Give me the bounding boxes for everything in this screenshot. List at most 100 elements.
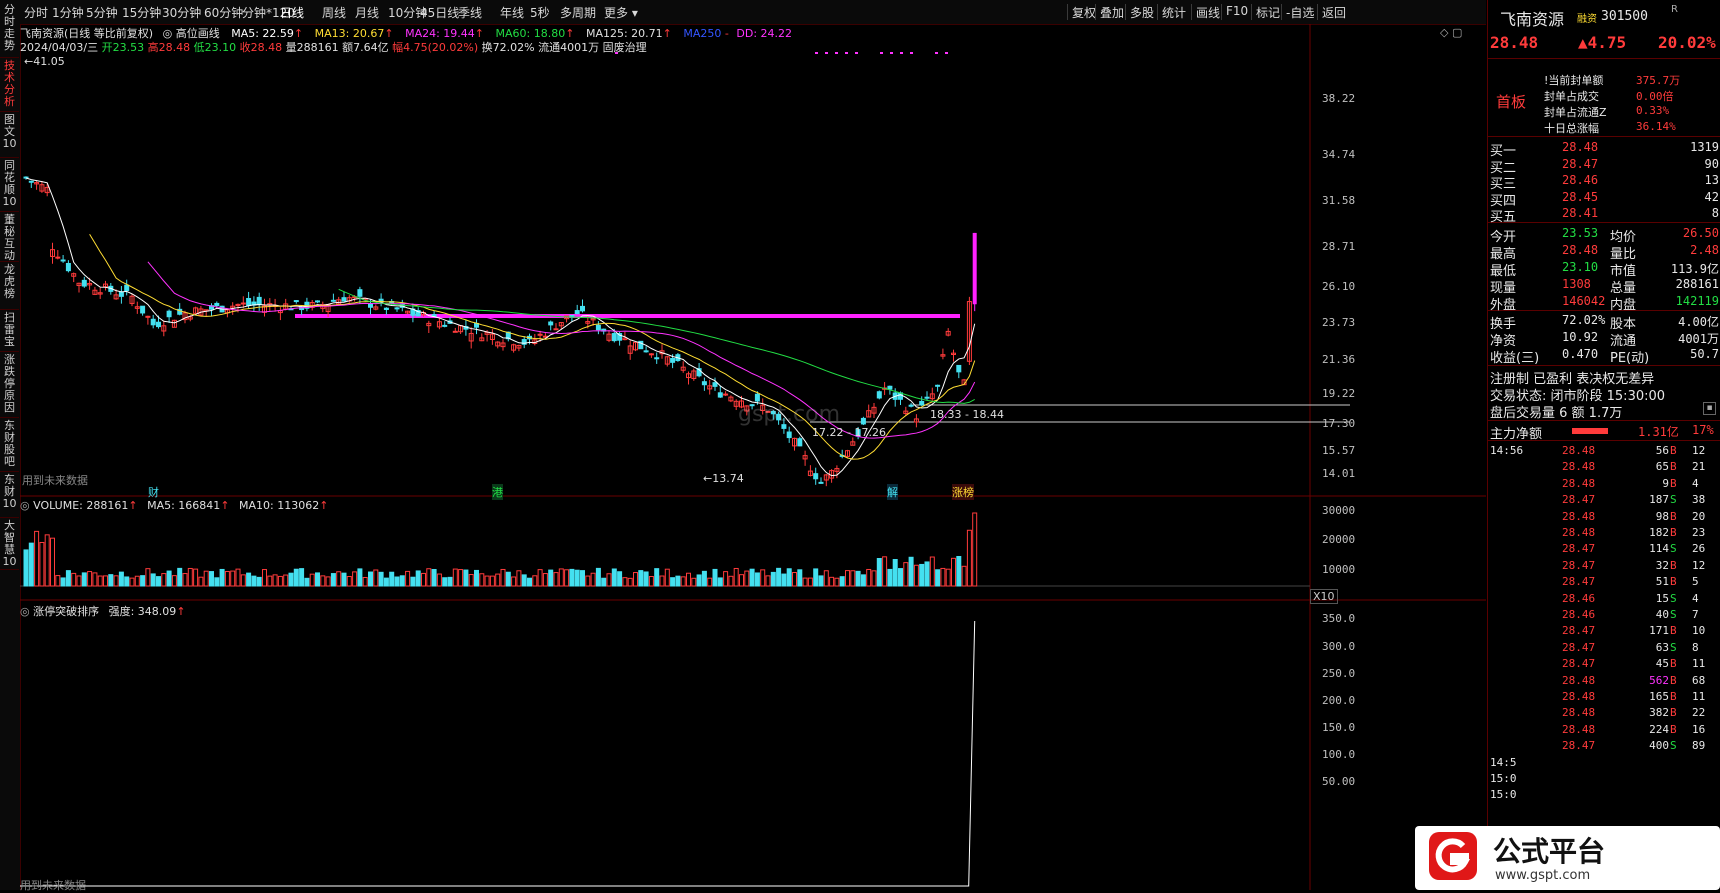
period-tab-1[interactable]: 1分钟 [52,4,84,21]
volume-bar [76,575,82,587]
volume-bar [807,577,813,587]
volume-bar [458,569,464,587]
left-tab-3[interactable]: 同花顺10 [0,158,19,212]
tick-side: B [1670,476,1677,490]
left-tab-5[interactable]: 龙虎榜 [0,262,19,310]
indicator-strength: 强度: 348.09 [108,605,177,618]
volume-bar [39,541,45,587]
volume-bar [548,569,554,587]
period-tab-9[interactable]: 月线 [355,4,379,21]
signal-dot [825,52,828,54]
left-tab-10[interactable]: 大智慧10 [0,518,19,570]
left-tab-0[interactable]: 分时走势 [0,2,19,58]
bid-price[interactable]: 28.45 [1562,190,1598,204]
volume-bar [315,572,320,587]
left-tab-4[interactable]: 董秘互动 [0,212,19,262]
tick-count: 4 [1692,591,1699,605]
period-tab-15[interactable]: 多周期 [560,4,596,21]
left-tab-6[interactable]: 扫雷宝 [0,310,19,352]
left-tab-7[interactable]: 涨跌停原因 [0,352,19,418]
expand-icon[interactable]: ▪ [1703,402,1716,415]
volume-bar [929,556,935,587]
toolbar-button-1[interactable]: 叠加 [1100,4,1124,21]
tick-volume: 224 [1649,722,1669,736]
bid-volume: 1319 [1690,140,1719,154]
bid-price[interactable]: 28.41 [1562,206,1598,220]
toolbar-button-0[interactable]: 复权 [1072,4,1096,21]
volume-bar [251,575,257,587]
volume-bar [203,570,209,587]
volume-bar [818,575,824,587]
indicator-menu-icon[interactable]: ◎ [20,605,30,618]
volume-bar [219,568,225,587]
marker-cai[interactable]: 财 [148,484,159,500]
volume-bar [124,576,130,587]
period-tab-4[interactable]: 30分钟 [162,4,201,21]
volume-menu-icon[interactable]: ◎ [20,499,30,512]
toolbar-button-5[interactable]: F10 [1226,4,1248,18]
candle-body [378,298,384,302]
period-tab-3[interactable]: 15分钟 [122,4,161,21]
marker-zhangbang[interactable]: 涨榜 [952,484,974,500]
volume-ma5: MA5: 166841 [147,499,221,512]
volume-bar [145,568,151,587]
dd-value: DD: 24.22 [736,27,793,40]
price-tick: 31.58 [1322,194,1356,207]
candle-body [723,393,729,396]
toolbar-button-2[interactable]: 多股 [1130,4,1154,21]
volume-bar [754,572,760,587]
period-tab-16[interactable]: 更多 ▾ [604,4,638,21]
future-data-note: 用到未来数据 [22,474,88,487]
marker-jie[interactable]: 解 [887,484,898,500]
period-tab-12[interactable]: 季线 [458,4,482,21]
volume-bar [871,570,877,587]
period-tab-7[interactable]: 日线 [280,4,304,21]
toolbar-separator [1125,4,1126,20]
volume-bar [633,572,638,587]
candle-body [166,310,172,318]
bid-price[interactable]: 28.48 [1562,140,1598,154]
volume-bar [362,576,368,587]
bid-price[interactable]: 28.46 [1562,173,1598,187]
period-tab-11[interactable]: 45日线 [420,4,459,21]
volume-bar [505,571,511,587]
volume-bar [627,577,633,587]
signal-dot [880,52,883,54]
toolbar-button-3[interactable]: 统计 [1162,4,1186,21]
volume-bar [966,529,972,587]
watermark-title: 公式平台 [1493,835,1606,868]
period-tab-13[interactable]: 年线 [500,4,524,21]
period-tab-5[interactable]: 60分钟 [204,4,243,21]
marker-gang[interactable]: 港 [492,484,503,500]
left-tab-2[interactable]: 图文10 [0,112,19,158]
period-tab-2[interactable]: 5分钟 [86,4,118,21]
period-tab-14[interactable]: 5秒 [530,4,550,21]
stat-value: 146042 [1562,294,1606,308]
volume-bar [664,568,670,587]
toolbar-button-4[interactable]: 画线 [1196,4,1220,21]
volume-bar [723,571,729,587]
stat-value: 28.48 [1562,243,1599,257]
volume-bar [399,575,405,587]
tick-count: 20 [1692,509,1706,523]
toolbar-button-6[interactable]: 标记 [1256,4,1280,21]
volume-bar [198,576,204,587]
volume-bar [50,537,55,587]
kline-chart[interactable] [20,24,1486,890]
candle-body [569,315,575,318]
volume-bar [611,568,617,587]
volume-bar [421,572,426,587]
candle-body [876,391,882,399]
left-tab-1[interactable]: 技术分析 [0,58,19,112]
period-tab-8[interactable]: 周线 [322,4,346,21]
volume-bar [919,563,925,587]
bid-price[interactable]: 28.47 [1562,157,1598,171]
period-tab-0[interactable]: 分时 [24,4,48,21]
tick-volume: 56 [1655,444,1669,457]
candle-body [712,382,718,387]
left-tab-8[interactable]: 东财股吧 [0,418,19,472]
left-tab-9[interactable]: 东财10 [0,472,19,518]
quote-code: 301500 [1601,9,1648,24]
volume-bar [452,568,458,587]
candle-body [643,350,649,353]
